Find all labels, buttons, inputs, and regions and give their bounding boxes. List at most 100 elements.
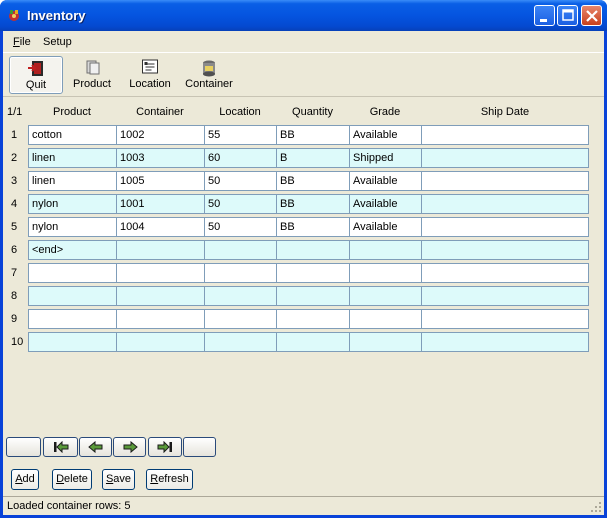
cell-quantity[interactable]	[276, 263, 350, 283]
menu-setup-label: Setup	[43, 36, 72, 48]
close-icon	[586, 10, 598, 22]
cell-product[interactable]: cotton	[28, 125, 117, 145]
refresh-label: efresh	[158, 473, 189, 485]
status-bar: Loaded container rows: 5	[3, 496, 604, 515]
location-button[interactable]: Location	[125, 56, 175, 92]
menu-file-label: ile	[19, 36, 31, 48]
cell-grade[interactable]: Shipped	[349, 148, 422, 168]
cell-location[interactable]: 60	[204, 148, 277, 168]
cell-product[interactable]	[28, 286, 117, 306]
cell-ship-date[interactable]	[421, 240, 589, 260]
container-button[interactable]: Container	[181, 56, 237, 92]
product-button[interactable]: Product	[69, 56, 115, 92]
cell-grade[interactable]: Available	[349, 217, 422, 237]
arrow-left-icon	[87, 441, 102, 453]
cell-quantity[interactable]	[276, 286, 350, 306]
close-button[interactable]	[581, 5, 602, 26]
row-number: 8	[11, 290, 18, 302]
menu-setup[interactable]: Setup	[43, 36, 72, 48]
cell-product[interactable]: nylon	[28, 194, 117, 214]
cell-ship-date[interactable]	[421, 217, 589, 237]
cell-location[interactable]: 50	[204, 194, 277, 214]
add-button[interactable]: Add	[11, 469, 39, 490]
delete-button[interactable]: Delete	[52, 469, 92, 490]
resize-grip-icon[interactable]	[590, 501, 602, 513]
cell-quantity[interactable]	[276, 240, 350, 260]
cell-location[interactable]: 50	[204, 171, 277, 191]
cell-quantity[interactable]: B	[276, 148, 350, 168]
maximize-button[interactable]	[557, 5, 578, 26]
cell-container[interactable]	[116, 286, 205, 306]
cell-quantity[interactable]: BB	[276, 217, 350, 237]
cell-container[interactable]: 1005	[116, 171, 205, 191]
quit-button[interactable]: Quit	[9, 56, 63, 94]
nav-first-button[interactable]	[43, 437, 78, 457]
save-label: ave	[113, 473, 132, 485]
row-number: 5	[11, 221, 18, 233]
add-mnemonic: A	[15, 473, 23, 485]
refresh-button[interactable]: Refresh	[146, 469, 193, 490]
cell-location[interactable]	[204, 309, 277, 329]
cell-product[interactable]: linen	[28, 148, 117, 168]
cell-ship-date[interactable]	[421, 309, 589, 329]
row-number: 6	[11, 244, 18, 256]
add-label: dd	[22, 473, 35, 485]
cell-container[interactable]: 1001	[116, 194, 205, 214]
cell-container[interactable]	[116, 263, 205, 283]
cell-quantity[interactable]: BB	[276, 125, 350, 145]
cell-ship-date[interactable]	[421, 125, 589, 145]
cell-grade[interactable]	[349, 240, 422, 260]
cell-location[interactable]: 50	[204, 217, 277, 237]
cell-container[interactable]: 1002	[116, 125, 205, 145]
cell-product[interactable]	[28, 309, 117, 329]
nav-prev-button[interactable]	[79, 437, 112, 457]
cell-grade[interactable]	[349, 263, 422, 283]
save-button[interactable]: Save	[102, 469, 135, 490]
cell-container[interactable]: 1003	[116, 148, 205, 168]
nav-last-button[interactable]	[148, 437, 182, 457]
cell-grade[interactable]	[349, 286, 422, 306]
cell-quantity[interactable]	[276, 332, 350, 352]
cell-product[interactable]: nylon	[28, 217, 117, 237]
container-label: Container	[185, 78, 233, 90]
cell-quantity[interactable]: BB	[276, 171, 350, 191]
nav-next-button[interactable]	[113, 437, 146, 457]
cell-container[interactable]	[116, 332, 205, 352]
cell-product[interactable]	[28, 332, 117, 352]
cell-location[interactable]	[204, 286, 277, 306]
first-page-icon	[53, 441, 68, 453]
menu-file[interactable]: File	[13, 36, 31, 48]
cell-product[interactable]	[28, 263, 117, 283]
menu-bar: File Setup	[3, 31, 604, 52]
cell-quantity[interactable]	[276, 309, 350, 329]
location-label: Location	[129, 78, 171, 90]
cell-ship-date[interactable]	[421, 148, 589, 168]
cell-ship-date[interactable]	[421, 332, 589, 352]
cell-ship-date[interactable]	[421, 194, 589, 214]
cell-container[interactable]	[116, 309, 205, 329]
quit-label: Quit	[25, 79, 47, 91]
cell-ship-date[interactable]	[421, 286, 589, 306]
row-number: 7	[11, 267, 18, 279]
cell-product[interactable]: linen	[28, 171, 117, 191]
cell-location[interactable]	[204, 240, 277, 260]
cell-grade[interactable]: Available	[349, 194, 422, 214]
minimize-button[interactable]	[534, 5, 555, 26]
cell-container[interactable]: 1004	[116, 217, 205, 237]
refresh-mnemonic: R	[150, 473, 159, 485]
cell-location[interactable]	[204, 332, 277, 352]
cell-grade[interactable]: Available	[349, 125, 422, 145]
title-bar[interactable]: Inventory	[0, 0, 607, 31]
cell-ship-date[interactable]	[421, 171, 589, 191]
cell-location[interactable]: 55	[204, 125, 277, 145]
cell-quantity[interactable]: BB	[276, 194, 350, 214]
cell-container[interactable]	[116, 240, 205, 260]
cell-grade[interactable]	[349, 309, 422, 329]
nav-blank-right[interactable]	[183, 437, 216, 457]
cell-ship-date[interactable]	[421, 263, 589, 283]
cell-grade[interactable]: Available	[349, 171, 422, 191]
cell-grade[interactable]	[349, 332, 422, 352]
cell-product[interactable]: <end>	[28, 240, 117, 260]
cell-location[interactable]	[204, 263, 277, 283]
nav-blank-left[interactable]	[6, 437, 41, 457]
